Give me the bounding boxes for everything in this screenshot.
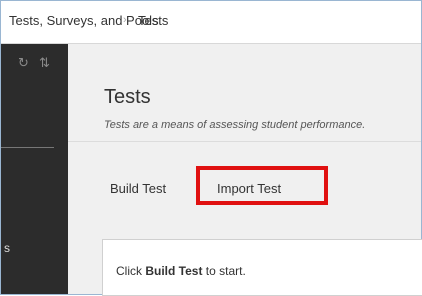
panel-text-after: to start. bbox=[202, 264, 246, 278]
refresh-icon[interactable]: ↻ bbox=[18, 56, 29, 69]
panel-instruction: Click Build Test to start. bbox=[116, 264, 246, 278]
breadcrumb-item-current: Tests bbox=[138, 13, 169, 28]
breadcrumb: Tests, Surveys, and Pools › Tests bbox=[1, 1, 421, 44]
panel-text-before: Click bbox=[116, 264, 146, 278]
page-title: Tests bbox=[104, 86, 151, 108]
tab-build-test[interactable]: Build Test bbox=[110, 181, 166, 196]
sort-icon[interactable]: ⇅ bbox=[39, 56, 50, 69]
breadcrumb-separator-icon: › bbox=[123, 14, 127, 26]
panel-text-bold: Build Test bbox=[145, 264, 203, 278]
main-content: Tests Tests are a means of assessing stu… bbox=[68, 44, 422, 296]
highlight-annotation bbox=[196, 166, 328, 205]
sidebar: ↻ ⇅ s bbox=[1, 44, 68, 294]
sidebar-divider bbox=[1, 147, 54, 148]
divider bbox=[68, 141, 421, 142]
page-subtitle: Tests are a means of assessing student p… bbox=[104, 119, 366, 131]
sidebar-item-label[interactable]: s bbox=[4, 241, 10, 255]
breadcrumb-item-parent[interactable]: Tests, Surveys, and Pools bbox=[9, 13, 159, 28]
content-panel: Click Build Test to start. bbox=[102, 239, 422, 296]
